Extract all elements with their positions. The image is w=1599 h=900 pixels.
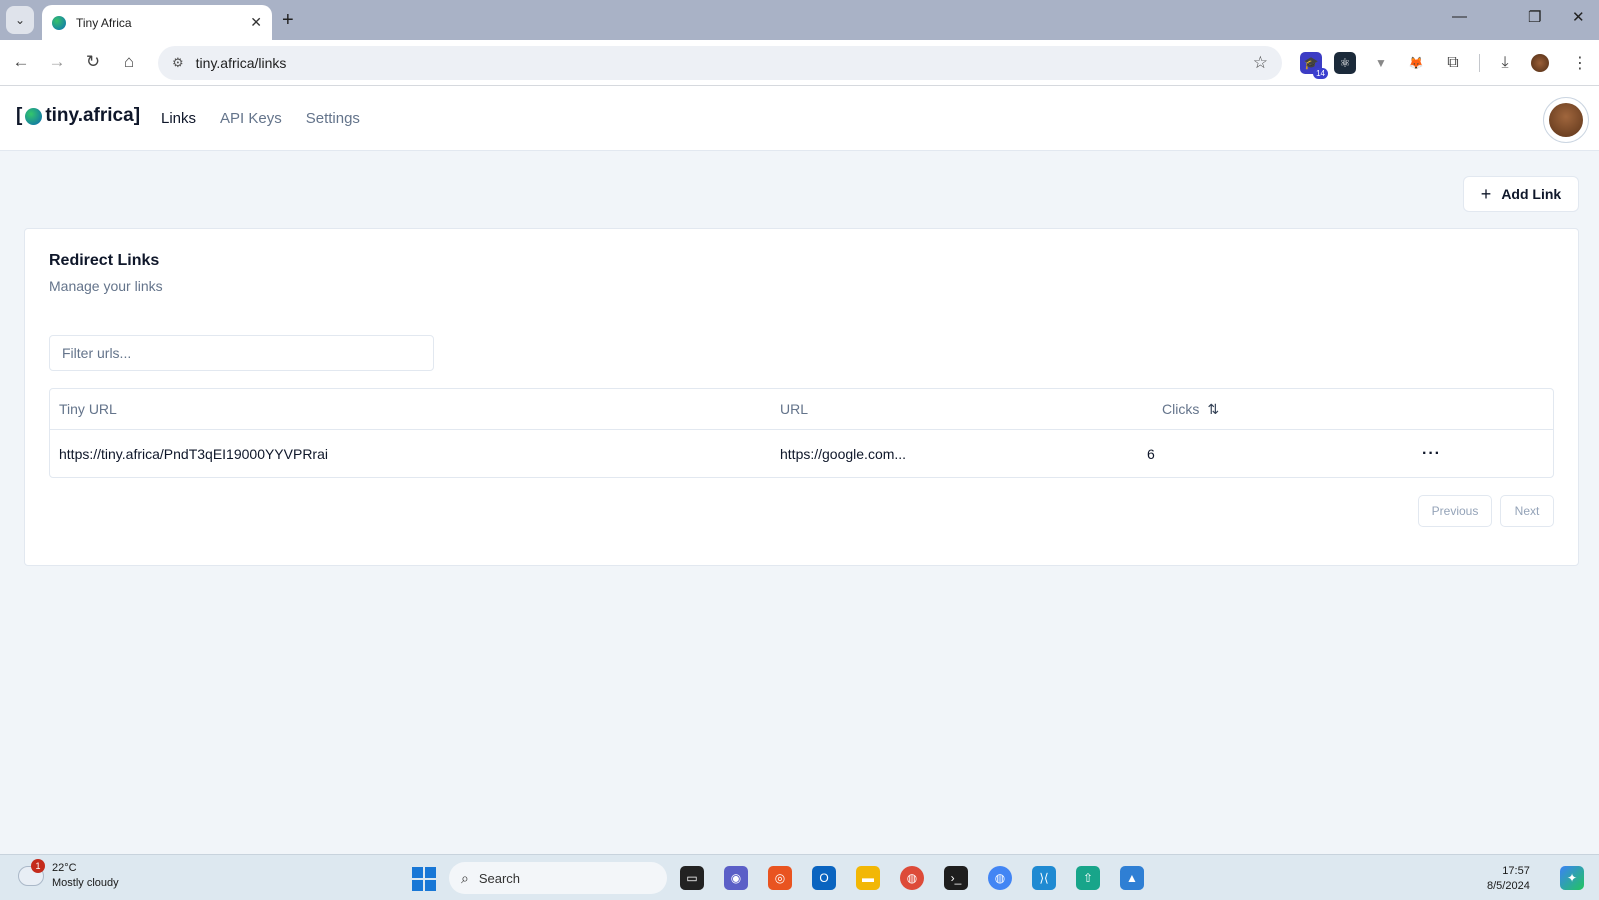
restore-icon[interactable]: ❐ bbox=[1528, 8, 1541, 26]
clicks-header-label: Clicks bbox=[1162, 401, 1200, 417]
v-extension-icon[interactable]: ▼ bbox=[1370, 52, 1392, 74]
windows-start-icon[interactable] bbox=[412, 867, 436, 891]
cloud-icon: 1 bbox=[18, 859, 45, 886]
windows-taskbar: 1 22°C Mostly cloudy ⌕ Search ▭ ◉ ◎ O ▬ … bbox=[0, 854, 1599, 900]
chrome-profile-icon[interactable]: ◍ bbox=[988, 866, 1012, 890]
weather-widget[interactable]: 1 22°C Mostly cloudy bbox=[18, 859, 119, 891]
logo-bracket-open: [ bbox=[16, 105, 23, 126]
browser-tab[interactable]: Tiny Africa ✕ bbox=[42, 5, 272, 40]
task-view-icon[interactable]: ▭ bbox=[680, 866, 704, 890]
card-title: Redirect Links bbox=[49, 252, 160, 269]
tab-list-icon[interactable]: ⌄ bbox=[6, 6, 34, 34]
system-clock[interactable]: 17:57 8/5/2024 bbox=[1487, 864, 1530, 894]
forward-icon[interactable]: → bbox=[46, 52, 68, 72]
react-devtools-icon[interactable]: ⚛ bbox=[1334, 52, 1356, 74]
sort-icon[interactable]: ⇅ bbox=[1207, 401, 1219, 418]
minimize-icon[interactable]: — bbox=[1452, 8, 1467, 25]
copilot-icon[interactable]: ✦ bbox=[1560, 866, 1584, 890]
taskbar-search[interactable]: ⌕ Search bbox=[449, 862, 667, 894]
browser-tab-bar: ⌄ Tiny Africa ✕ + — ❐ ✕ bbox=[0, 0, 1599, 40]
logo-text: tiny.africa bbox=[45, 105, 134, 126]
table-header: Tiny URL URL Clicks ⇅ bbox=[50, 389, 1553, 430]
globe-favicon bbox=[52, 15, 66, 30]
extension-badge: 14 bbox=[1313, 68, 1328, 79]
reload-icon[interactable]: ↻ bbox=[82, 52, 104, 72]
nav-api-keys[interactable]: API Keys bbox=[220, 110, 282, 127]
table-row: https://tiny.africa/PndT3qEI19000YYVPRra… bbox=[50, 430, 1553, 478]
address-url: tiny.africa/links bbox=[195, 55, 287, 71]
row-actions-icon[interactable]: ··· bbox=[1422, 430, 1441, 478]
back-icon[interactable]: ← bbox=[10, 52, 32, 72]
weather-condition: Mostly cloudy bbox=[52, 877, 119, 889]
nav-settings[interactable]: Settings bbox=[306, 110, 360, 127]
taskbar-search-label: Search bbox=[478, 870, 521, 886]
window-close-icon[interactable]: ✕ bbox=[1572, 8, 1585, 26]
globe-icon bbox=[25, 107, 43, 125]
redirect-links-card: Redirect Links Manage your links Tiny UR… bbox=[24, 228, 1579, 566]
url-cell[interactable]: https://google.com... bbox=[780, 430, 906, 478]
terminal-icon[interactable]: ›_ bbox=[944, 866, 968, 890]
clock-time: 17:57 bbox=[1502, 865, 1530, 877]
app-logo[interactable]: [ tiny.africa ] bbox=[16, 105, 140, 127]
vscode-icon[interactable]: ⟩⟨ bbox=[1032, 866, 1056, 890]
column-header-url: URL bbox=[780, 401, 809, 417]
kebab-icon[interactable]: ⋮ bbox=[1569, 52, 1591, 74]
plus-icon[interactable]: + bbox=[282, 8, 294, 32]
user-avatar[interactable] bbox=[1543, 97, 1589, 143]
close-icon[interactable]: ✕ bbox=[250, 14, 262, 31]
app-header: [ tiny.africa ] Links API Keys Settings bbox=[0, 86, 1599, 151]
profile-avatar-icon[interactable] bbox=[1531, 54, 1549, 72]
browser-toolbar: ← → ↻ ⌂ ⚙ tiny.africa/links ☆ 🎓 14 ⚛ ▼ 🦊 … bbox=[0, 40, 1599, 86]
cloud-upload-icon[interactable]: ⇧ bbox=[1076, 866, 1100, 890]
download-icon[interactable]: ⤓ bbox=[1494, 52, 1516, 74]
search-icon: ⌕ bbox=[461, 869, 469, 886]
logo-bracket-close: ] bbox=[133, 105, 141, 126]
weather-badge: 1 bbox=[31, 859, 45, 873]
star-icon[interactable]: ☆ bbox=[1253, 53, 1268, 73]
site-info-icon[interactable]: ⚙ bbox=[172, 55, 184, 71]
chat-icon[interactable]: ◉ bbox=[724, 866, 748, 890]
file-explorer-icon[interactable]: ▬ bbox=[856, 866, 880, 890]
fox-extension-icon[interactable]: 🦊 bbox=[1405, 52, 1427, 74]
card-description: Manage your links bbox=[49, 278, 163, 294]
tiny-url-cell[interactable]: https://tiny.africa/PndT3qEI19000YYVPRra… bbox=[59, 430, 328, 478]
puzzle-icon[interactable]: ⧉ bbox=[1442, 52, 1464, 74]
nav-links[interactable]: Links bbox=[161, 110, 196, 127]
add-link-button[interactable]: + Add Link bbox=[1463, 176, 1579, 212]
column-header-tiny-url: Tiny URL bbox=[59, 401, 117, 417]
filter-urls-input[interactable] bbox=[49, 335, 434, 371]
previous-button[interactable]: Previous bbox=[1418, 495, 1492, 527]
temperature: 22°C bbox=[52, 862, 77, 874]
address-bar[interactable]: ⚙ tiny.africa/links ☆ bbox=[158, 46, 1282, 80]
graduation-cap-extension-icon[interactable]: 🎓 14 bbox=[1300, 52, 1328, 79]
avatar-image bbox=[1549, 103, 1583, 137]
links-table: Tiny URL URL Clicks ⇅ https://tiny.afric… bbox=[49, 388, 1554, 478]
home-icon[interactable]: ⌂ bbox=[118, 52, 140, 72]
toolbar-divider bbox=[1479, 54, 1480, 72]
ubuntu-icon[interactable]: ◎ bbox=[768, 866, 792, 890]
tab-title: Tiny Africa bbox=[76, 15, 132, 30]
photos-icon[interactable]: ▲ bbox=[1120, 866, 1144, 890]
clock-date: 8/5/2024 bbox=[1487, 880, 1530, 892]
clicks-cell: 6 bbox=[1147, 446, 1155, 462]
chrome-icon[interactable]: ◍ bbox=[900, 866, 924, 890]
main-nav: Links API Keys Settings bbox=[161, 110, 360, 127]
plus-icon: + bbox=[1480, 183, 1492, 204]
add-link-label: Add Link bbox=[1501, 186, 1562, 202]
next-button[interactable]: Next bbox=[1500, 495, 1554, 527]
column-header-clicks[interactable]: Clicks ⇅ bbox=[1162, 389, 1219, 429]
outlook-icon[interactable]: O bbox=[812, 866, 836, 890]
